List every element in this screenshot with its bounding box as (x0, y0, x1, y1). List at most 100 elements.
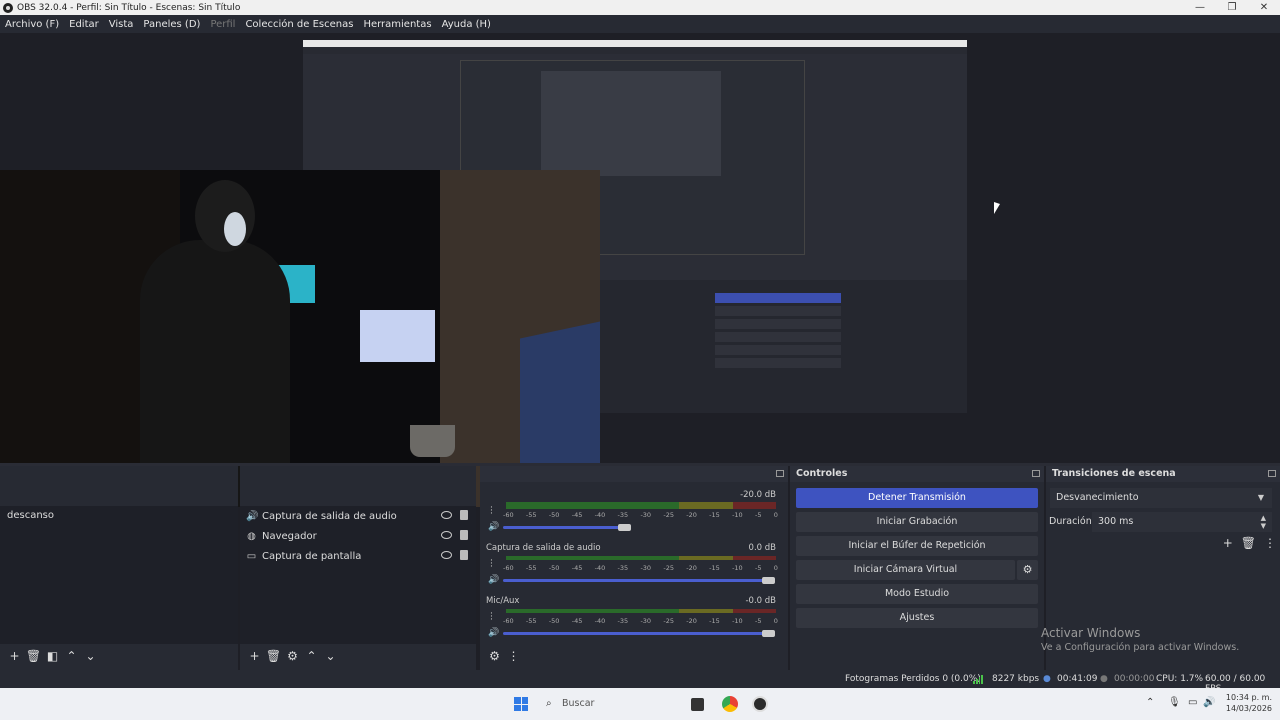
advanced-audio-icon[interactable]: ⚙ (485, 649, 504, 663)
stream-time: 00:41:09 (1057, 674, 1098, 684)
track-menu-icon[interactable]: · · · (490, 557, 493, 572)
move-down-icon[interactable]: ⌄ (321, 649, 340, 663)
volume-slider-handle[interactable] (618, 524, 631, 531)
volume-meter (506, 556, 776, 560)
system-clock[interactable]: 10:34 p. m. 14/03/2026 (1226, 692, 1272, 714)
move-down-icon[interactable]: ⌄ (81, 649, 100, 663)
volume-slider[interactable] (503, 526, 631, 529)
meter-ticks: -60 -55 -50 -45 -40 -35 -30 -25 -20 -15 -10 -5 0 (503, 511, 778, 519)
menu-archivo[interactable]: Archivo (F) (5, 19, 59, 30)
undock-icon[interactable] (1268, 470, 1276, 477)
nested-stop-stream-button (715, 293, 841, 303)
transition-select[interactable]: Desvanecimiento ▼ (1050, 488, 1272, 508)
webcam-source (0, 170, 600, 507)
visibility-eye-icon[interactable] (441, 551, 452, 559)
move-up-icon[interactable]: ⌃ (302, 649, 321, 663)
add-source-icon[interactable]: + (245, 649, 264, 663)
menu-paneles[interactable]: Paneles (D) (143, 19, 200, 30)
taskbar-search[interactable]: ⌕ Buscar (540, 693, 680, 715)
visibility-eye-icon[interactable] (441, 531, 452, 539)
controls-title: Controles (790, 466, 1044, 482)
chevron-down-icon: ▼ (1257, 493, 1264, 502)
monitor-icon: ▭ (246, 550, 257, 562)
stream-icon: ● (1043, 674, 1051, 684)
settings-button[interactable]: Ajustes (796, 608, 1038, 628)
undock-icon[interactable] (1032, 470, 1040, 477)
visibility-eye-icon[interactable] (441, 511, 452, 519)
track-db: 0.0 dB (748, 543, 776, 553)
volume-icon[interactable]: 🔊 (1203, 697, 1215, 708)
add-transition-icon[interactable]: + (1223, 536, 1233, 550)
spinner-icon[interactable]: ▲ ▼ (1261, 514, 1266, 530)
scenes-toolbar: + 🗑 ◧ ⌃ ⌄ (0, 644, 238, 668)
chrome-icon[interactable] (722, 696, 738, 712)
clock-time: 10:34 p. m. (1225, 693, 1272, 702)
volume-slider[interactable] (503, 632, 775, 635)
volume-slider-handle[interactable] (762, 577, 775, 584)
lock-icon[interactable] (460, 550, 468, 560)
replay-buffer-button[interactable]: Iniciar el Búfer de Repetición (796, 536, 1038, 556)
speaker-icon[interactable]: 🔊 (488, 628, 499, 638)
mixer-menu-icon[interactable]: ⋮ (504, 649, 523, 663)
track-menu-icon[interactable]: · · · (490, 504, 493, 519)
menu-herramientas[interactable]: Herramientas (363, 19, 431, 30)
track-name: Captura de salida de audio (486, 543, 601, 553)
nested-titlebar (303, 40, 967, 47)
gear-icon[interactable]: ⚙ (1017, 560, 1038, 580)
signal-icon (973, 674, 983, 684)
move-up-icon[interactable]: ⌃ (62, 649, 81, 663)
lock-icon[interactable] (460, 510, 468, 520)
transitions-toolbar: + 🗑 ⋮ (1223, 536, 1276, 550)
minimize-icon[interactable]: — (1184, 0, 1216, 15)
track-menu-icon[interactable]: · · · (490, 610, 493, 625)
source-label: Navegador (262, 530, 317, 542)
menu-perfil[interactable]: Perfil (210, 19, 235, 30)
virtual-camera-button[interactable]: Iniciar Cámara Virtual (796, 560, 1015, 580)
sources-toolbar: + 🗑 ⚙ ⌃ ⌄ (240, 644, 476, 668)
speaker-icon[interactable]: 🔊 (488, 575, 499, 585)
close-icon[interactable]: ✕ (1248, 0, 1280, 15)
microphone-icon[interactable]: 🎙 (1168, 697, 1181, 708)
source-item[interactable]: ▭ Captura de pantalla (240, 546, 476, 566)
obs-logo-icon (3, 2, 13, 13)
file-explorer-icon[interactable] (691, 698, 704, 711)
scene-item[interactable]: descanso (0, 506, 238, 525)
lock-icon[interactable] (460, 530, 468, 540)
chevron-up-icon[interactable]: ⌃ (1146, 697, 1154, 708)
record-time: 00:00:00 (1114, 674, 1155, 684)
mouse-cursor-icon (994, 202, 1000, 214)
network-icon[interactable]: ▭ (1188, 697, 1197, 708)
maximize-icon[interactable]: ❐ (1216, 0, 1248, 15)
windows-taskbar: ⌕ Buscar ⌃ 🎙 ▭ 🔊 10:34 p. m. 14/03/2026 (0, 688, 1280, 720)
menu-bar: Archivo (F) Editar Vista Paneles (D) Per… (0, 15, 1280, 33)
menu-coleccion-escenas[interactable]: Colección de Escenas (245, 19, 353, 30)
stop-stream-button[interactable]: Detener Transmisión (796, 488, 1038, 508)
remove-source-icon[interactable]: 🗑 (264, 649, 283, 663)
track-db: -20.0 dB (740, 490, 776, 500)
add-scene-icon[interactable]: + (5, 649, 24, 663)
clock-date: 14/03/2026 (1225, 704, 1272, 713)
remove-scene-icon[interactable]: 🗑 (24, 649, 43, 663)
window-title: OBS 32.0.4 - Perfil: Sin Título - Escena… (17, 2, 241, 13)
speaker-icon[interactable]: 🔊 (488, 522, 499, 532)
mixer-toolbar: ⚙ ⋮ (480, 644, 788, 668)
volume-slider[interactable] (503, 579, 775, 582)
gear-icon[interactable]: ⚙ (283, 649, 302, 663)
obs-icon[interactable] (752, 696, 768, 712)
start-recording-button[interactable]: Iniciar Grabación (796, 512, 1038, 532)
windows-start-icon[interactable] (514, 697, 528, 711)
source-item[interactable]: ◍ Navegador (240, 526, 476, 546)
studio-mode-button[interactable]: Modo Estudio (796, 584, 1038, 604)
volume-slider-handle[interactable] (762, 630, 775, 637)
source-item[interactable]: 🔊 Captura de salida de audio (240, 506, 476, 526)
transition-menu-icon[interactable]: ⋮ (1264, 536, 1276, 550)
menu-editar[interactable]: Editar (69, 19, 99, 30)
filter-icon[interactable]: ◧ (43, 649, 62, 663)
nested-recording-button (715, 306, 841, 316)
undock-icon[interactable] (776, 470, 784, 477)
menu-ayuda[interactable]: Ayuda (H) (442, 19, 491, 30)
menu-vista[interactable]: Vista (109, 19, 134, 30)
duration-input[interactable]: 300 ms ▲ ▼ (1092, 512, 1272, 532)
nested-settings-button (715, 358, 841, 368)
remove-transition-icon[interactable]: 🗑 (1241, 536, 1256, 550)
